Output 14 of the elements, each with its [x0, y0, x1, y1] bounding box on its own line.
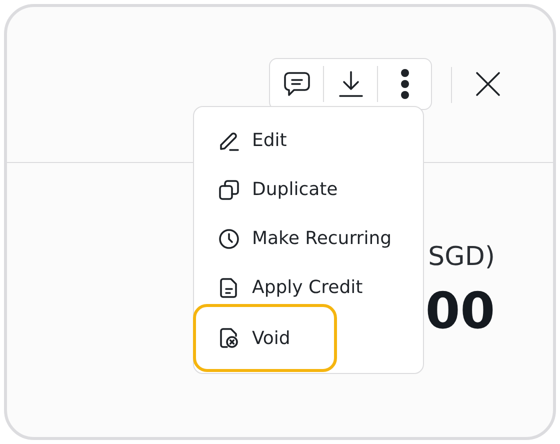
menu-item[interactable]: Void	[193, 304, 338, 372]
more-icon	[400, 68, 410, 100]
document-x-icon	[218, 327, 240, 349]
menu-item[interactable]: Duplicate	[194, 165, 360, 214]
comment-icon	[282, 69, 312, 99]
clock-icon	[218, 228, 240, 250]
close-icon	[475, 71, 501, 97]
pencil-icon	[218, 130, 240, 152]
menu-item[interactable]: Make Recurring	[194, 214, 414, 263]
menu-item[interactable]: Edit	[194, 116, 309, 165]
currency-label: SGD)	[428, 241, 495, 273]
copy-icon	[218, 178, 240, 200]
document-icon	[218, 276, 240, 298]
amount-value: 00	[425, 281, 495, 341]
